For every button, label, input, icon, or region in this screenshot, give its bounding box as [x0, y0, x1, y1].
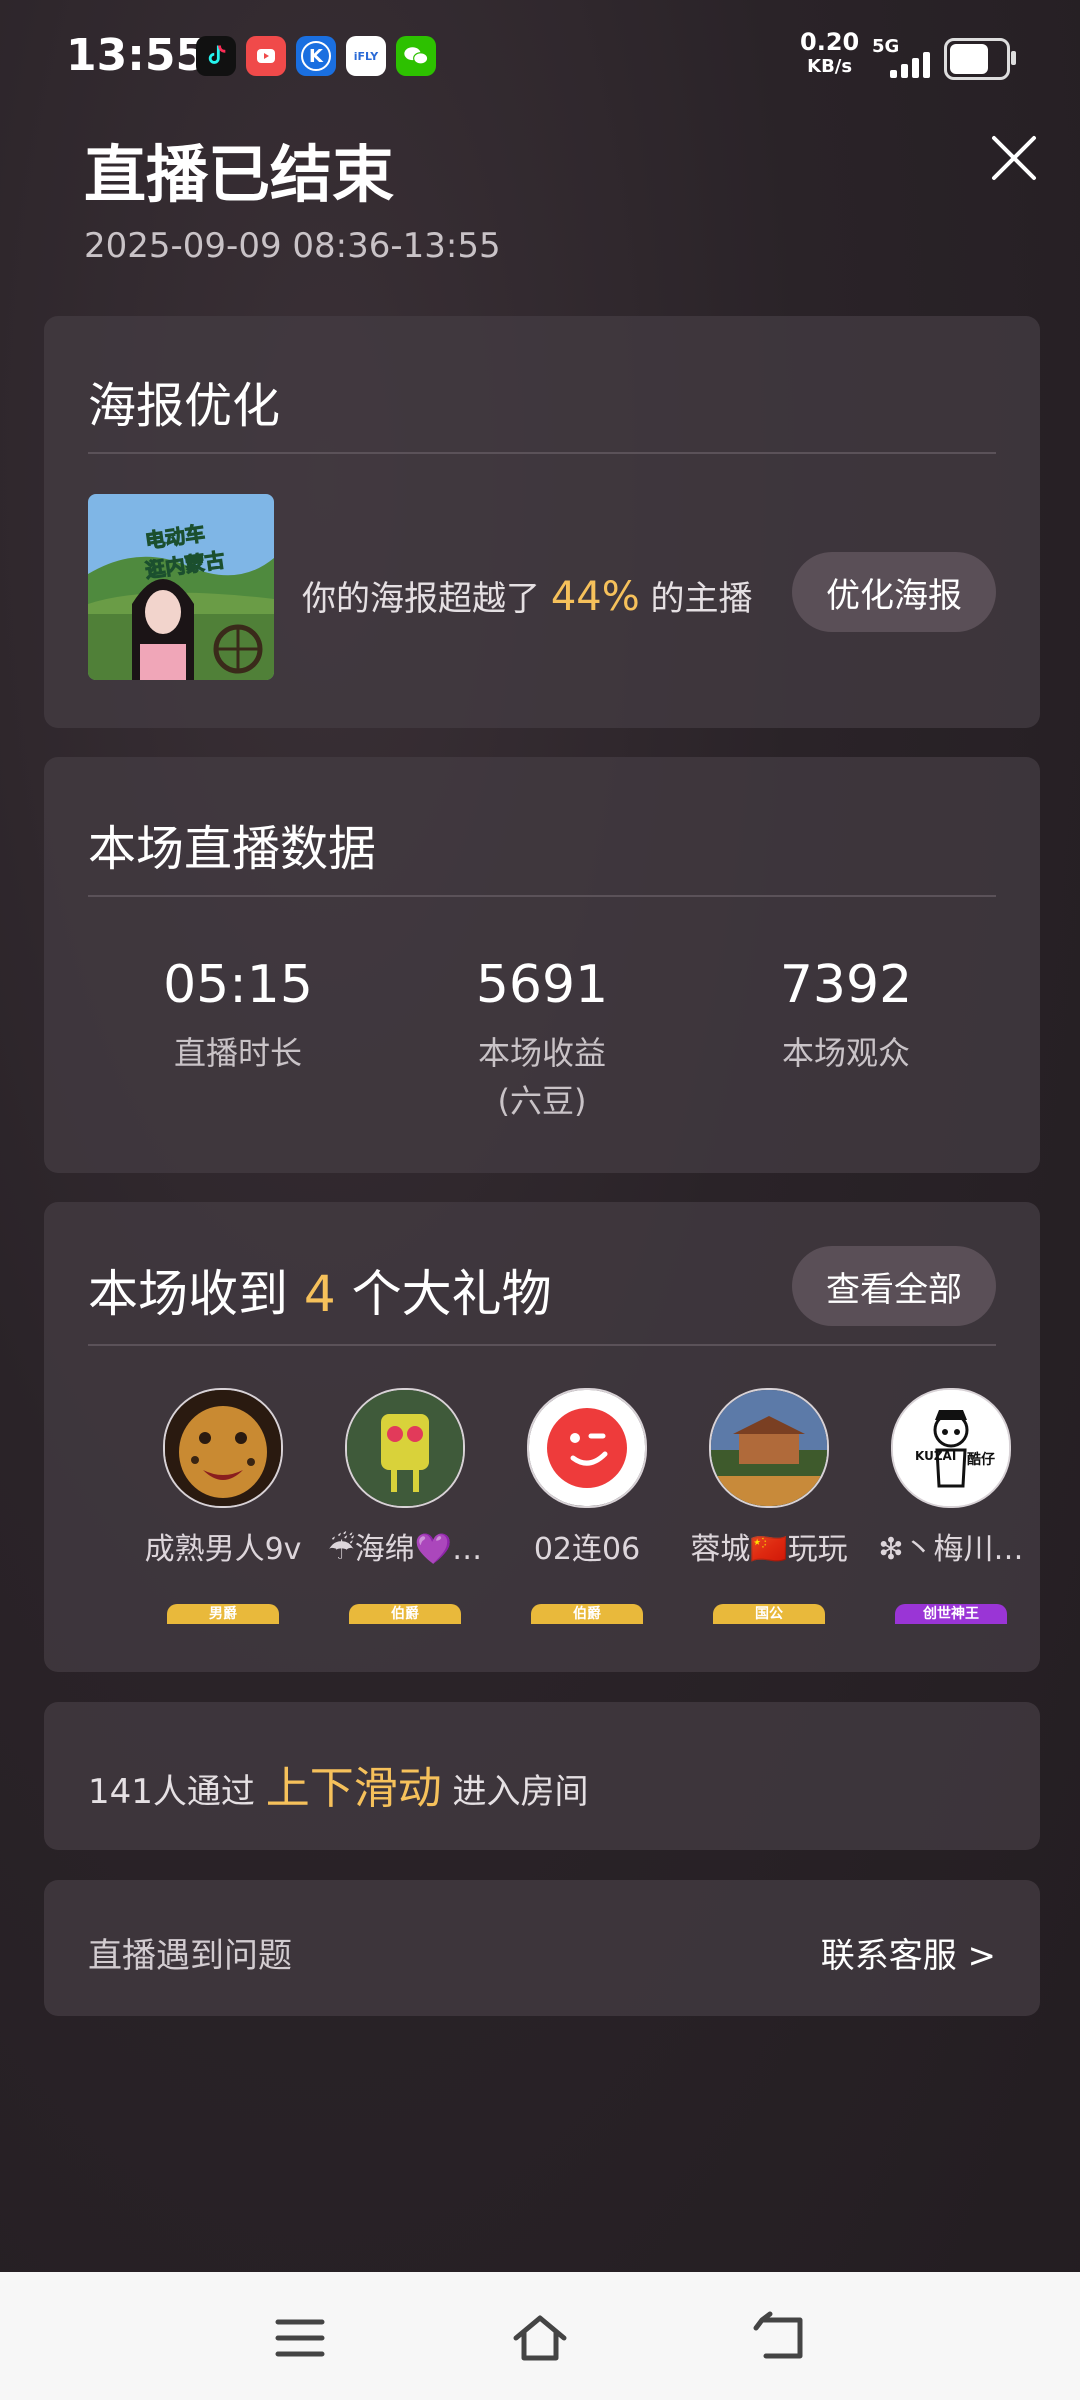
problem-label: 直播遇到问题 [88, 1936, 292, 1976]
contact-support-link[interactable]: 联系客服 > [821, 1928, 996, 1977]
divider [88, 1344, 996, 1346]
close-icon[interactable] [986, 130, 1042, 186]
network-speed: 0.20 KB/s [800, 28, 860, 77]
rank-badge: 伯爵 [349, 1604, 461, 1624]
avatar [163, 1388, 283, 1508]
stat-audience: 7392 本场观众 [779, 955, 913, 1072]
gifter-item[interactable]: ☔海绵💜… 伯爵 [314, 1388, 496, 1624]
divider [88, 452, 996, 454]
gifter-name: ❇丶梅川… [878, 1532, 1024, 1567]
rank-badge: 伯爵 [531, 1604, 643, 1624]
view-all-button[interactable]: 查看全部 [792, 1246, 996, 1326]
big-gifts-card: 本场收到 4 个大礼物 查看全部 成熟男人9v 男爵 ☔海绵💜… 伯爵 02连0… [44, 1202, 1040, 1672]
menu-icon[interactable] [270, 2310, 330, 2366]
avatar-label: 酷仔 [967, 1451, 995, 1468]
poster-optimization-card: 海报优化 电动车 逛内蒙古 你的海报超越了 44% 的主播 优化海报 [44, 316, 1040, 728]
rank-badge: 国公 [713, 1604, 825, 1624]
gifter-item[interactable]: 成熟男人9v 男爵 [132, 1388, 314, 1624]
home-icon[interactable] [510, 2310, 570, 2366]
tiktok-icon [196, 36, 236, 76]
gifter-item[interactable]: 02连06 伯爵 [496, 1388, 678, 1624]
avatar [527, 1388, 647, 1508]
poster-thumbnail[interactable]: 电动车 逛内蒙古 [88, 494, 274, 680]
rank-badge: 男爵 [167, 1604, 279, 1624]
stats-card-title: 本场直播数据 [88, 821, 377, 877]
video-app-icon [246, 36, 286, 76]
poster-card-title: 海报优化 [88, 378, 281, 434]
battery-icon [944, 38, 1016, 80]
status-bar: 13:55 K iFLY 0.20 KB/s 5G [0, 0, 1080, 110]
wechat-icon [396, 36, 436, 76]
gifter-name: 蓉城🇨🇳玩玩 [690, 1532, 848, 1567]
rank-badge: 创世神王 [895, 1604, 1007, 1624]
avatar [345, 1388, 465, 1508]
gifts-card-title: 本场收到 4 个大礼物 [88, 1265, 552, 1323]
page-title: 直播已结束 [84, 138, 395, 211]
gifter-name: 成熟男人9v [144, 1532, 302, 1567]
poster-percent: 44% [550, 574, 640, 620]
live-problem-card[interactable]: 直播遇到问题 联系客服 > [44, 1880, 1040, 2016]
gifter-item[interactable]: 蓉城🇨🇳玩玩 国公 [678, 1388, 860, 1624]
clock: 13:55 [66, 30, 207, 81]
notification-icons: K iFLY [196, 36, 436, 76]
avatar [709, 1388, 829, 1508]
ifly-icon: iFLY [346, 36, 386, 76]
divider [88, 895, 996, 897]
swipe-entry-card: 141人通过 上下滑动 进入房间 [44, 1702, 1040, 1850]
gifter-name: ☔海绵💜… [327, 1532, 483, 1567]
stat-revenue: 5691 本场收益 (六豆) [475, 955, 609, 1120]
gifter-item[interactable]: KUZAI 酷仔 ❇丶梅川… 创世神王 [860, 1388, 1042, 1624]
gifter-name: 02连06 [533, 1532, 641, 1567]
optimize-poster-button[interactable]: 优化海报 [792, 552, 996, 632]
avatar: KUZAI 酷仔 [891, 1388, 1011, 1508]
back-icon[interactable] [752, 2310, 812, 2366]
live-time-range: 2025-09-09 08:36-13:55 [84, 226, 501, 266]
swipe-entry-text: 141人通过 上下滑动 进入房间 [88, 1763, 589, 1814]
live-stats-card: 本场直播数据 05:15 直播时长 5691 本场收益 (六豆) 7392 本场… [44, 757, 1040, 1173]
k-app-icon: K [296, 36, 336, 76]
signal-icon [890, 52, 930, 78]
avatar-label: KUZAI [915, 1449, 956, 1463]
system-nav-bar [0, 2272, 1080, 2400]
poster-rank-text: 你的海报超越了 44% 的主播 [302, 574, 753, 620]
stat-duration: 05:15 直播时长 [163, 955, 313, 1072]
